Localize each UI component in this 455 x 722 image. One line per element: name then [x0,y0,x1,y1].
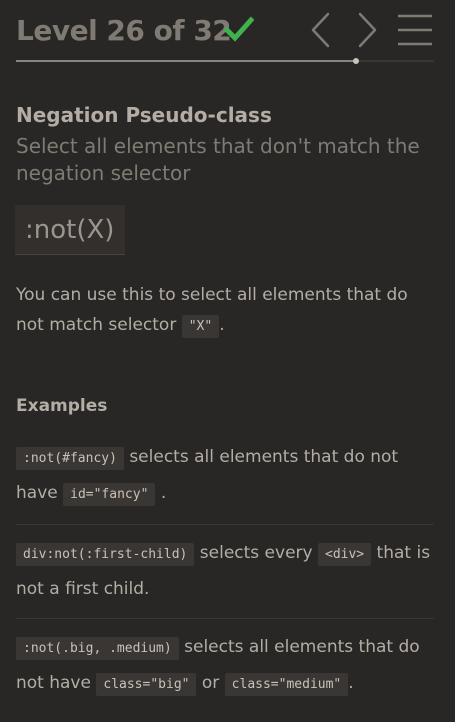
example-item: :not(#fancy) selects all elements that d… [16,440,434,512]
example-code: class="medium" [224,673,349,696]
next-level-button[interactable] [352,10,382,50]
example-item: div:not(:first-child) selects every <div… [16,536,434,606]
selector-syntax-box: :not(X) [15,205,125,255]
example-code: div:not(:first-child) [16,543,195,566]
check-icon [224,16,254,42]
lesson-description: You can use this to select all elements … [16,280,426,342]
example-text: selects every [199,543,313,563]
example-text: or [201,673,220,693]
progress-knob [353,58,359,64]
divider [16,618,434,619]
divider [16,524,434,525]
chevron-right-icon [358,12,377,48]
example-code: <div> [318,543,372,566]
level-of: of [153,14,185,47]
progress-bar [16,58,434,64]
progress-fill [16,60,356,62]
level-current: 26 [106,14,145,47]
menu-button[interactable] [396,12,434,48]
lesson-hint: Select all elements that don't match the… [16,134,420,185]
lesson-name: Negation Pseudo-class [16,103,272,127]
example-text: . [348,673,354,693]
example-text: . [160,483,167,503]
example-code: :not(#fancy) [16,447,124,470]
chevron-left-icon [311,12,330,48]
example-code: class="big" [96,673,197,696]
examples-title: Examples [16,396,108,416]
previous-level-button[interactable] [306,10,336,50]
description-end: . [219,315,225,335]
example-code: :not(.big, .medium) [16,637,179,660]
example-code: id="fancy" [63,483,156,506]
level-header: Level 26 of 32 [0,0,455,64]
description-code: "X" [181,315,220,338]
level-title: Level 26 of 32 [16,12,232,50]
selector-syntax: :not(X) [25,215,115,245]
example-item: :not(.big, .medium) selects all elements… [16,630,434,702]
hamburger-menu-icon [398,14,432,46]
level-prefix: Level [16,14,98,47]
